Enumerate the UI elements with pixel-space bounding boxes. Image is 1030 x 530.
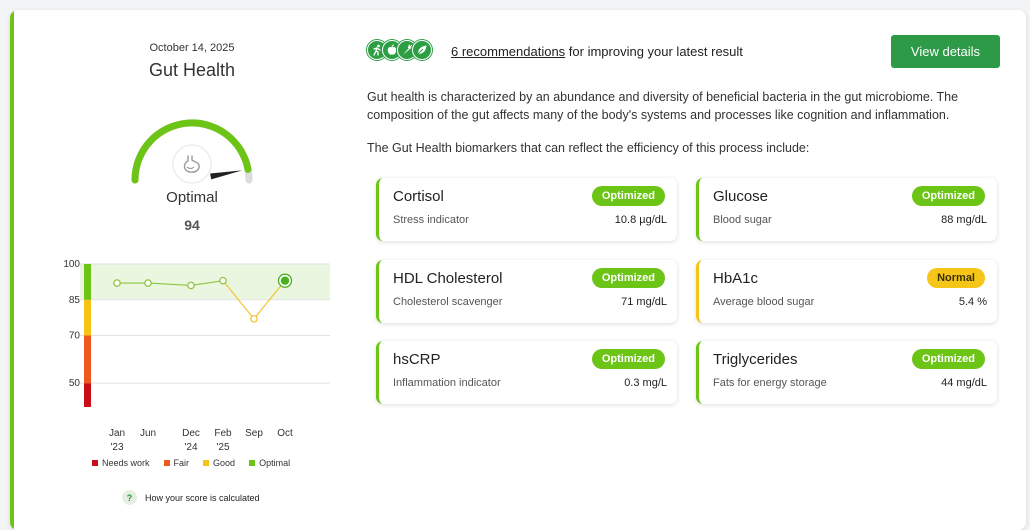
page-title: Gut Health: [148, 60, 236, 80]
status-badge: Optimized: [591, 186, 665, 206]
legend-label: Fair: [173, 458, 190, 468]
biomarker-card-hba1c[interactable]: HbA1c Normal Average blood sugar 5.4 %: [696, 260, 997, 323]
score-range-bar-segment: [84, 335, 91, 384]
biomarker-value: 71 mg/dL: [621, 296, 667, 308]
score-help-text: How your score is calculated: [145, 492, 260, 503]
biomarker-description: Cholesterol scavenger: [393, 296, 503, 308]
legend-item: Fair: [163, 458, 190, 468]
legend-swatch: [163, 460, 170, 466]
x-tick-year-label: '25: [216, 442, 229, 453]
recommendations-suffix: for improving your latest result: [565, 44, 743, 59]
data-point: [250, 314, 258, 323]
data-point: [219, 276, 227, 285]
status-badge: Normal: [927, 268, 985, 288]
x-tick-label: Sep: [245, 428, 263, 439]
legend-item: Needs work: [92, 458, 150, 468]
legend-label: Good: [213, 458, 236, 468]
biomarker-name: Cortisol: [393, 188, 444, 205]
biomarker-name: Triglycerides: [713, 351, 798, 368]
legend-item: Good: [203, 458, 235, 468]
y-tick-label: 50: [69, 378, 81, 389]
x-tick-label: Jun: [140, 428, 156, 439]
y-tick-label: 85: [69, 295, 81, 306]
details-panel: 6 recommendations for improving your lat…: [367, 10, 1017, 520]
score-help-link[interactable]: ? How your score is calculated: [122, 490, 260, 505]
biomarkers-intro: The Gut Health biomarkers that can refle…: [367, 141, 810, 155]
score-range-bar-segment: [84, 383, 91, 407]
score-value: 94: [184, 217, 200, 233]
biomarker-card-cortisol[interactable]: Cortisol Optimized Stress indicator 10.8…: [376, 178, 677, 241]
score-panel: October 14, 2025 Gut Health Optimal 94 1…: [14, 10, 370, 520]
biomarker-card-hdl-cholesterol[interactable]: HDL Cholesterol Optimized Cholesterol sc…: [376, 260, 677, 323]
view-details-button[interactable]: View details: [891, 35, 1000, 68]
y-tick-label: 100: [63, 259, 80, 270]
legend-swatch: [92, 460, 98, 466]
biomarker-card-hscrp[interactable]: hsCRP Optimized Inflammation indicator 0…: [376, 341, 677, 404]
score-trend-chart: 100 85 70 50 Jan '23 Jun Dec '24 Feb '25 Sep Oct: [63, 259, 330, 453]
data-point-latest: [280, 276, 290, 285]
biomarker-description: Fats for energy storage: [713, 377, 827, 389]
biomarker-value: 10.8 µg/dL: [614, 214, 667, 226]
biomarker-card-glucose[interactable]: Glucose Optimized Blood sugar 88 mg/dL: [696, 178, 997, 241]
result-date: October 14, 2025: [149, 42, 235, 54]
score-range-bar-segment: [84, 264, 91, 300]
gut-health-card: October 14, 2025 Gut Health Optimal 94 1…: [10, 10, 1026, 530]
status-badge: Optimized: [911, 349, 985, 369]
biomarker-description: Blood sugar: [713, 214, 772, 226]
biomarker-value: 5.4 %: [958, 296, 987, 308]
data-point: [113, 279, 121, 287]
gut-health-description: Gut health is characterized by an abunda…: [367, 90, 959, 122]
recommendations-summary: 6 recommendations for improving your lat…: [451, 44, 743, 59]
status-badge: Optimized: [911, 186, 985, 206]
biomarker-name: HDL Cholesterol: [393, 270, 503, 287]
x-tick-label: Dec: [182, 428, 200, 439]
biomarker-name: hsCRP: [393, 351, 441, 368]
x-tick-year-label: '24: [184, 442, 197, 453]
data-point: [187, 281, 195, 290]
biomarker-card-triglycerides[interactable]: Triglycerides Optimized Fats for energy …: [696, 341, 997, 404]
legend-label: Optimal: [259, 458, 291, 468]
gauge-needle: [210, 170, 243, 180]
x-tick-label: Feb: [214, 428, 232, 439]
score-gauge: [131, 119, 253, 184]
score-range-bar-segment: [84, 299, 91, 336]
recommendation-icons: [367, 40, 432, 60]
status-badge: Optimized: [591, 349, 665, 369]
biomarker-name: HbA1c: [713, 270, 759, 287]
x-tick-label: Jan: [109, 428, 125, 439]
chart-legend: Needs work Fair Good Optimal: [92, 458, 290, 468]
question-mark-icon: ?: [122, 490, 137, 505]
legend-item: Optimal: [249, 458, 290, 468]
y-tick-label: 70: [69, 331, 81, 342]
biomarker-description: Stress indicator: [393, 214, 469, 226]
biomarker-description: Average blood sugar: [713, 296, 815, 308]
legend-swatch: [203, 460, 210, 466]
x-tick-label: Oct: [277, 428, 293, 439]
data-point: [144, 279, 152, 287]
biomarker-value: 0.3 mg/L: [624, 377, 667, 389]
biomarker-value: 88 mg/dL: [941, 214, 987, 226]
leaf-icon: [412, 40, 432, 60]
status-badge: Optimized: [591, 268, 665, 288]
legend-swatch: [249, 460, 256, 466]
biomarker-description: Inflammation indicator: [393, 377, 501, 389]
biomarker-name: Glucose: [713, 188, 769, 205]
score-status: Optimal: [166, 189, 218, 206]
x-tick-year-label: '23: [110, 442, 123, 453]
recommendations-link[interactable]: 6 recommendations: [451, 44, 565, 59]
legend-label: Needs work: [102, 458, 150, 468]
biomarker-value: 44 mg/dL: [941, 377, 987, 389]
